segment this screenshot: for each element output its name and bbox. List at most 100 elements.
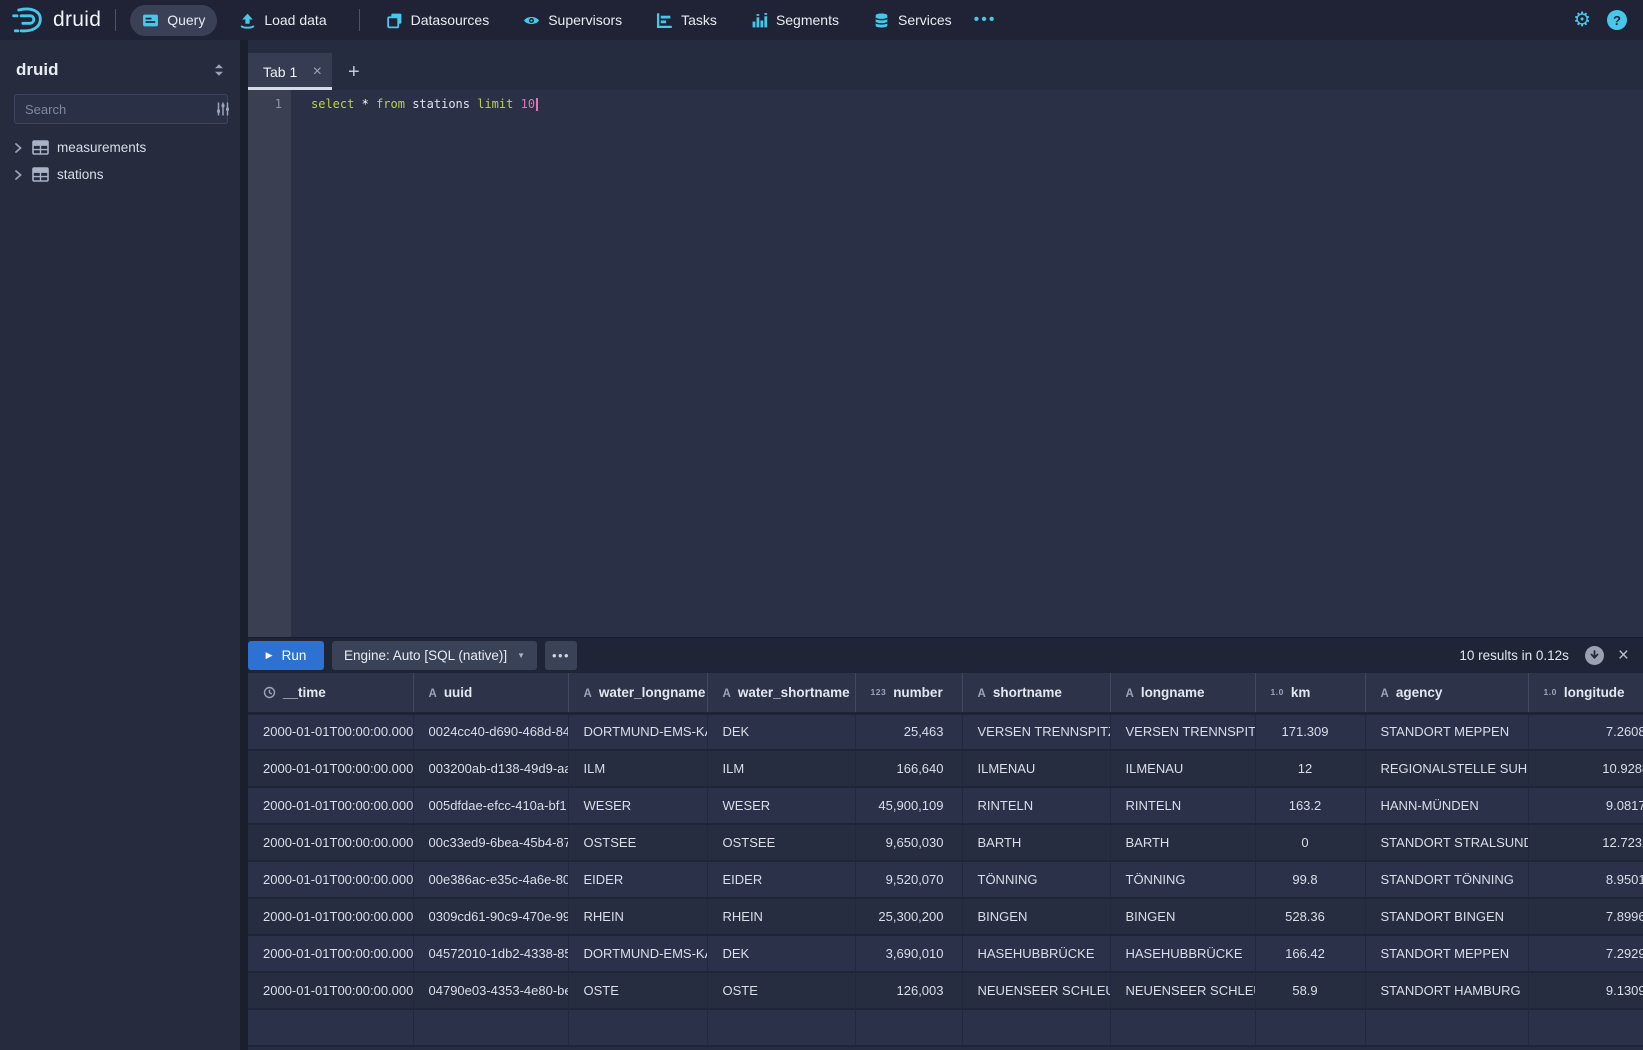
cell-number[interactable]: 9,650,030 — [855, 824, 962, 861]
cell-__time[interactable]: 2000-01-01T00:00:00.000Z — [248, 935, 413, 972]
cell-uuid[interactable]: 005dfdae-efcc-410a-bf1 — [413, 787, 568, 824]
cell-km[interactable]: 99.8 — [1255, 861, 1365, 898]
cell-uuid[interactable]: 003200ab-d138-49d9-aa — [413, 750, 568, 787]
column-header-water_longname[interactable]: Awater_longname — [568, 673, 707, 713]
cell-water_shortname[interactable]: OSTSEE — [707, 824, 855, 861]
cell-shortname[interactable]: VERSEN TRENNSPITZE — [962, 713, 1110, 750]
cell-longitude[interactable]: 7.260856 — [1528, 713, 1643, 750]
cell-km[interactable]: 166.42 — [1255, 935, 1365, 972]
cell-agency[interactable]: STANDORT HAMBURG — [1365, 972, 1528, 1009]
column-header-agency[interactable]: Aagency — [1365, 673, 1528, 713]
column-header-water_shortname[interactable]: Awater_shortname — [707, 673, 855, 713]
cell-km[interactable]: 0 — [1255, 824, 1365, 861]
cell-water_shortname[interactable]: ILM — [707, 750, 855, 787]
filter-sliders-icon[interactable] — [211, 101, 239, 117]
cell-number[interactable]: 3,690,010 — [855, 935, 962, 972]
help-button[interactable]: ? — [1607, 10, 1627, 30]
cell-km[interactable] — [1255, 1009, 1365, 1046]
column-header-uuid[interactable]: Auuid — [413, 673, 568, 713]
engine-select[interactable]: Engine: Auto [SQL (native)] ▼ — [332, 641, 537, 670]
cell-agency[interactable]: STANDORT BINGEN — [1365, 898, 1528, 935]
cell-shortname[interactable]: ILMENAU — [962, 750, 1110, 787]
sidebar-resize-handle[interactable] — [240, 40, 248, 1050]
cell-agency[interactable]: STANDORT STRALSUND — [1365, 824, 1528, 861]
run-button[interactable]: ▶ Run — [248, 641, 324, 670]
cell-longname[interactable]: BINGEN — [1110, 898, 1255, 935]
cell-water_longname[interactable]: RHEIN — [568, 898, 707, 935]
cell-water_shortname[interactable]: DEK — [707, 713, 855, 750]
cell-shortname[interactable]: HASEHUBBRÜCKE — [962, 935, 1110, 972]
nav-more-button[interactable]: ••• — [964, 11, 1007, 29]
cell-number[interactable]: 25,463 — [855, 713, 962, 750]
cell-longitude[interactable]: 8.950149 — [1528, 861, 1643, 898]
column-header-shortname[interactable]: Ashortname — [962, 673, 1110, 713]
cell-agency[interactable]: STANDORT MEPPEN — [1365, 713, 1528, 750]
tab-1[interactable]: Tab 1 × — [248, 53, 332, 90]
cell-longitude[interactable]: 7.292912 — [1528, 935, 1643, 972]
nav-item-tasks[interactable]: Tasks — [644, 5, 729, 36]
cell-longname[interactable] — [1110, 1009, 1255, 1046]
column-header-number[interactable]: 123number — [855, 673, 962, 713]
cell-longitude[interactable]: 12.723226 — [1528, 824, 1643, 861]
nav-item-services[interactable]: Services — [861, 5, 964, 36]
cell-water_shortname[interactable]: EIDER — [707, 861, 855, 898]
cell-uuid[interactable]: 0309cd61-90c9-470e-99 — [413, 898, 568, 935]
column-header-__time[interactable]: __time — [248, 673, 413, 713]
cell-km[interactable]: 12 — [1255, 750, 1365, 787]
cell-water_longname[interactable]: DORTMUND-EMS-KANA — [568, 713, 707, 750]
sql-editor[interactable]: 1 select * from stations limit 10 — [248, 90, 1643, 637]
nav-item-datasources[interactable]: Datasources — [374, 5, 502, 36]
cell-longname[interactable]: BARTH — [1110, 824, 1255, 861]
column-header-km[interactable]: 1.0km — [1255, 673, 1365, 713]
cell-shortname[interactable]: TÖNNING — [962, 861, 1110, 898]
nav-item-segments[interactable]: Segments — [739, 5, 851, 36]
cell-longname[interactable]: TÖNNING — [1110, 861, 1255, 898]
cell-km[interactable]: 163.2 — [1255, 787, 1365, 824]
cell-shortname[interactable]: NEUENSEER SCHLEUSEN — [962, 972, 1110, 1009]
sidebar-item-stations[interactable]: stations — [0, 161, 240, 188]
cell-longitude[interactable] — [1528, 1009, 1643, 1046]
cell-longname[interactable]: RINTELN — [1110, 787, 1255, 824]
settings-gear-icon[interactable]: ⚙ — [1573, 10, 1591, 30]
cell-number[interactable]: 126,003 — [855, 972, 962, 1009]
cell-__time[interactable]: 2000-01-01T00:00:00.000Z — [248, 824, 413, 861]
cell-__time[interactable] — [248, 1009, 413, 1046]
cell-longitude[interactable]: 9.081704 — [1528, 787, 1643, 824]
tab-close-icon[interactable]: × — [313, 64, 322, 80]
close-results-icon[interactable]: × — [1618, 646, 1629, 665]
cell-longitude[interactable]: 9.130902 — [1528, 972, 1643, 1009]
cell-water_longname[interactable] — [568, 1009, 707, 1046]
cell-number[interactable]: 45,900,109 — [855, 787, 962, 824]
cell-uuid[interactable]: 00c33ed9-6bea-45b4-87 — [413, 824, 568, 861]
cell-number[interactable]: 25,300,200 — [855, 898, 962, 935]
cell-agency[interactable] — [1365, 1009, 1528, 1046]
cell-number[interactable]: 166,640 — [855, 750, 962, 787]
cell-__time[interactable]: 2000-01-01T00:00:00.000Z — [248, 898, 413, 935]
cell-longname[interactable]: VERSEN TRENNSPITZE — [1110, 713, 1255, 750]
cell-water_shortname[interactable] — [707, 1009, 855, 1046]
brand[interactable]: druid — [0, 5, 101, 35]
nav-item-supervisors[interactable]: Supervisors — [511, 5, 634, 36]
cell-uuid[interactable]: 04790e03-4353-4e80-be — [413, 972, 568, 1009]
cell-agency[interactable]: STANDORT TÖNNING — [1365, 861, 1528, 898]
cell-water_longname[interactable]: WESER — [568, 787, 707, 824]
cell-number[interactable] — [855, 1009, 962, 1046]
cell-water_longname[interactable]: ILM — [568, 750, 707, 787]
cell-shortname[interactable]: BINGEN — [962, 898, 1110, 935]
cell-__time[interactable]: 2000-01-01T00:00:00.000Z — [248, 750, 413, 787]
cell-water_longname[interactable]: OSTE — [568, 972, 707, 1009]
cell-water_shortname[interactable]: WESER — [707, 787, 855, 824]
cell-__time[interactable]: 2000-01-01T00:00:00.000Z — [248, 713, 413, 750]
nav-item-load-data[interactable]: Load data — [227, 5, 338, 36]
cell-water_longname[interactable]: OSTSEE — [568, 824, 707, 861]
cell-longitude[interactable]: 10.928843 — [1528, 750, 1643, 787]
cell-km[interactable]: 171.309 — [1255, 713, 1365, 750]
download-results-button[interactable] — [1585, 646, 1604, 665]
cell-uuid[interactable]: 0024cc40-d690-468d-84 — [413, 713, 568, 750]
cell-longname[interactable]: ILMENAU — [1110, 750, 1255, 787]
cell-agency[interactable]: STANDORT MEPPEN — [1365, 935, 1528, 972]
nav-item-query[interactable]: Query — [130, 5, 217, 36]
cell-km[interactable]: 58.9 — [1255, 972, 1365, 1009]
cell-agency[interactable]: HANN-MÜNDEN — [1365, 787, 1528, 824]
cell-agency[interactable]: REGIONALSTELLE SUHL — [1365, 750, 1528, 787]
